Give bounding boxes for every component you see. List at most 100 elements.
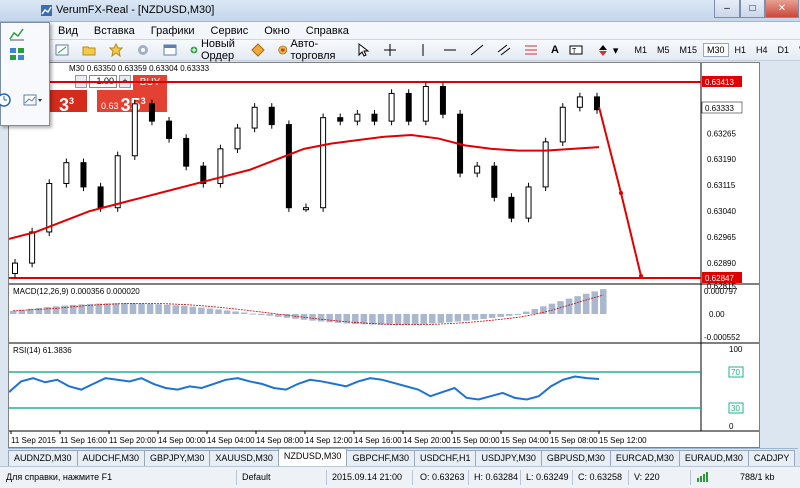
- trendline-tool[interactable]: [466, 41, 491, 59]
- tile-windows-icon[interactable]: [9, 47, 25, 61]
- macd-bar: [565, 298, 573, 314]
- status-separator: [572, 470, 573, 485]
- macd-bar: [69, 304, 77, 314]
- time-axis-label: 15 Sep 08:00: [550, 436, 598, 445]
- macd-bar: [600, 289, 607, 314]
- line-chart-icon[interactable]: [9, 27, 25, 41]
- macd-bar: [138, 303, 145, 314]
- tab-nzdusd-m30[interactable]: NZDUSD,M30: [277, 448, 348, 466]
- market-watch-button[interactable]: [105, 41, 130, 59]
- arrows-tool[interactable]: ▾: [592, 41, 623, 59]
- timeframe-w1[interactable]: W1: [795, 43, 800, 57]
- time-axis-label: 15 Sep 00:00: [452, 436, 500, 445]
- candle-body: [46, 182, 53, 233]
- macd-bar: [309, 314, 316, 321]
- chart-window[interactable]: M30 0.63350 0.63359 0.63304 0.63333 – 1.…: [8, 62, 760, 448]
- channel-tool[interactable]: [493, 41, 518, 59]
- menu-tools[interactable]: Сервис: [203, 25, 257, 37]
- tab-eurcad-m30[interactable]: EURCAD,M30: [609, 450, 680, 466]
- status-separator: [236, 470, 237, 485]
- macd-bar: [497, 314, 504, 317]
- tab-gbpjpy-m30[interactable]: GBPJPY,M30: [144, 450, 211, 466]
- auto-trading-label: Авто-торговля: [290, 38, 336, 62]
- candle-body: [474, 165, 481, 174]
- time-axis-label: 14 Sep 12:00: [305, 436, 353, 445]
- data-window-button[interactable]: [132, 41, 157, 59]
- macd-bar: [531, 308, 539, 314]
- tab-audnzd-m30[interactable]: AUDNZD,M30: [8, 450, 78, 466]
- timeframe-d1[interactable]: D1: [774, 43, 794, 57]
- macd-bar: [146, 303, 154, 314]
- macd-bar: [488, 314, 496, 318]
- minimize-button[interactable]: –: [714, 0, 740, 18]
- clock-icon[interactable]: [0, 93, 11, 107]
- status-bar: Для справки, нажмите F1 Default 2015.09.…: [0, 466, 800, 488]
- macd-bar: [480, 314, 487, 319]
- candle-body: [234, 127, 241, 150]
- macd-scale-zero: 0.00: [709, 310, 725, 319]
- candle-body: [285, 124, 292, 209]
- timeframe-m30[interactable]: M30: [703, 43, 729, 57]
- candle-body: [303, 207, 309, 211]
- new-chart-button[interactable]: [51, 41, 76, 59]
- menu-view[interactable]: Вид: [50, 25, 86, 37]
- text-tool[interactable]: A: [547, 41, 563, 59]
- macd-bar: [121, 303, 128, 314]
- price-axis-label: 0.63190: [707, 155, 736, 164]
- tab-usdchf-h1[interactable]: USDCHF,H1: [413, 450, 477, 466]
- auto-trading-button[interactable]: Авто-торговля: [274, 38, 344, 62]
- candle-body: [508, 196, 515, 219]
- timeframe-m5[interactable]: M5: [653, 43, 674, 57]
- tab-xauusd-m30[interactable]: XAUUSD,M30: [209, 450, 279, 466]
- menu-insert[interactable]: Вставка: [86, 25, 143, 37]
- tab-euraud-m30[interactable]: EURAUD,M30: [678, 450, 749, 466]
- timeframe-h1[interactable]: H1: [731, 43, 751, 57]
- time-axis-label: 11 Sep 16:00: [60, 436, 108, 445]
- macd-bar: [403, 314, 410, 325]
- timeframe-m1[interactable]: M1: [630, 43, 651, 57]
- forecast-arrow-point: [619, 191, 623, 195]
- rsi-scale-30: 30: [731, 404, 740, 413]
- profiles-button[interactable]: [78, 41, 103, 59]
- candle-body: [251, 106, 258, 129]
- tab-audchf-m30[interactable]: AUDCHF,M30: [76, 450, 146, 466]
- macd-bar: [257, 314, 265, 315]
- vertical-line-tool[interactable]: [412, 41, 437, 59]
- new-order-button[interactable]: Новый Ордер: [186, 38, 245, 62]
- menu-charts[interactable]: Графики: [143, 25, 203, 37]
- macd-bar: [163, 304, 171, 314]
- menu-window[interactable]: Окно: [256, 25, 298, 37]
- navigator-button[interactable]: [159, 41, 184, 59]
- timeframe-h4[interactable]: H4: [752, 43, 772, 57]
- rsi-label: RSI(14) 61.3836: [13, 346, 72, 355]
- maximize-button[interactable]: □: [740, 0, 765, 18]
- new-order-label: Новый Ордер: [200, 38, 235, 62]
- horizontal-line-tool[interactable]: [439, 41, 464, 59]
- macd-label: MACD(12,26,9) 0.000356 0.000020: [13, 287, 140, 296]
- tab-cadjpy[interactable]: CADJPY: [747, 450, 796, 466]
- candle-body: [97, 186, 104, 209]
- title-bar: VerumFX-Real - [NZDUSD,M30] – □ ✕: [0, 0, 800, 22]
- timeframe-m15[interactable]: M15: [675, 43, 701, 57]
- status-separator: [326, 470, 327, 485]
- terminal-window: VerumFX-Real - [NZDUSD,M30] – □ ✕ Вид Вс…: [0, 0, 800, 488]
- status-open: O: 0.63263: [420, 472, 465, 482]
- time-axis-label: 11 Sep 2015: [11, 436, 56, 445]
- arrows-icon: [598, 45, 607, 56]
- tab-gbpusd-m30[interactable]: GBPUSD,M30: [540, 450, 611, 466]
- label-tool[interactable]: T: [565, 41, 590, 59]
- macd-bar: [215, 309, 222, 314]
- cursor-tool[interactable]: [352, 41, 377, 59]
- menu-help[interactable]: Справка: [298, 25, 357, 37]
- folder-icon: [82, 46, 96, 56]
- crosshair-icon: [383, 44, 396, 56]
- fibonacci-tool[interactable]: [520, 41, 545, 59]
- tab-gbpchf-m30[interactable]: GBPCHF,M30: [346, 450, 415, 466]
- template-icon[interactable]: [23, 94, 43, 106]
- crosshair-tool[interactable]: [379, 41, 404, 59]
- editor-button[interactable]: [247, 41, 272, 59]
- candle-body: [388, 92, 395, 122]
- time-axis-label: 14 Sep 20:00: [403, 436, 451, 445]
- tab-usdjpy-m30[interactable]: USDJPY,M30: [475, 450, 542, 466]
- close-button[interactable]: ✕: [765, 0, 799, 18]
